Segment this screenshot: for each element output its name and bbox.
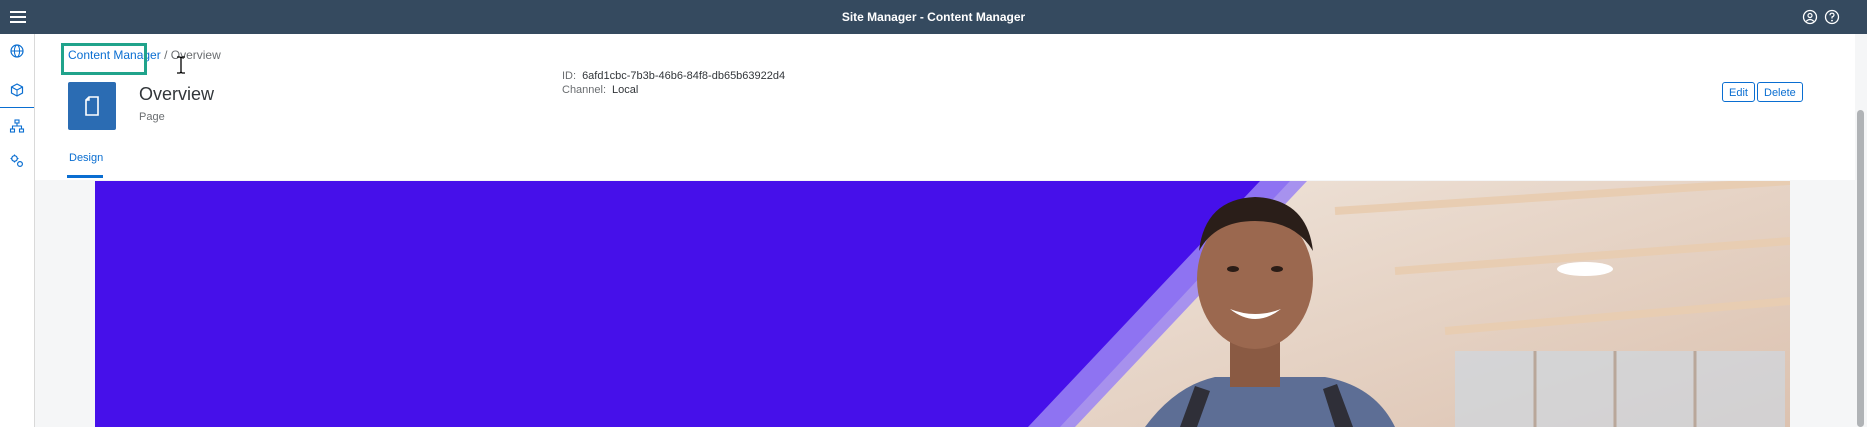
user-profile-icon[interactable] — [1801, 8, 1819, 26]
object-subtitle: Page — [139, 111, 165, 123]
focus-highlight — [61, 43, 147, 75]
nav-item-settings[interactable] — [0, 144, 34, 178]
edit-button[interactable]: Edit — [1722, 82, 1755, 102]
document-icon — [85, 96, 99, 116]
delete-button[interactable]: Delete — [1757, 82, 1803, 102]
nav-item-hierarchy[interactable] — [0, 109, 34, 143]
object-id-label: ID: — [562, 70, 577, 82]
side-navigation — [0, 34, 35, 427]
help-icon[interactable] — [1823, 8, 1841, 26]
object-id-row: ID: 6afd1cbc-7b3b-46b6-84f8-db65b63922d4 — [562, 70, 785, 82]
hero-banner-illustration — [1028, 181, 1790, 427]
object-id-value: 6afd1cbc-7b3b-46b6-84f8-db65b63922d4 — [582, 70, 786, 82]
nav-item-content-manager[interactable] — [0, 73, 34, 108]
object-page-header: Content Manager / Overview Overview Page… — [35, 34, 1867, 180]
object-channel-label: Channel: — [562, 84, 607, 96]
object-channel-row: Channel: Local — [562, 84, 638, 96]
breadcrumb-separator: / — [164, 48, 168, 62]
tab-design[interactable]: Design — [69, 152, 103, 164]
hierarchy-icon — [9, 119, 25, 133]
shell-bar: Site Manager - Content Manager — [0, 0, 1867, 34]
object-title: Overview — [139, 84, 215, 104]
content-cube-icon — [10, 83, 24, 97]
nav-item-sites[interactable] — [0, 34, 34, 68]
object-channel-value: Local — [612, 84, 639, 96]
text-cursor-icon — [177, 56, 185, 74]
page-object-icon — [68, 82, 116, 130]
settings-gears-icon — [10, 154, 24, 168]
hero-banner — [95, 181, 1790, 427]
shell-title: Site Manager - Content Manager — [841, 10, 1026, 24]
globe-icon — [10, 44, 24, 58]
tab-selected-indicator — [67, 175, 103, 178]
scrollbar-thumb[interactable] — [1857, 110, 1864, 427]
